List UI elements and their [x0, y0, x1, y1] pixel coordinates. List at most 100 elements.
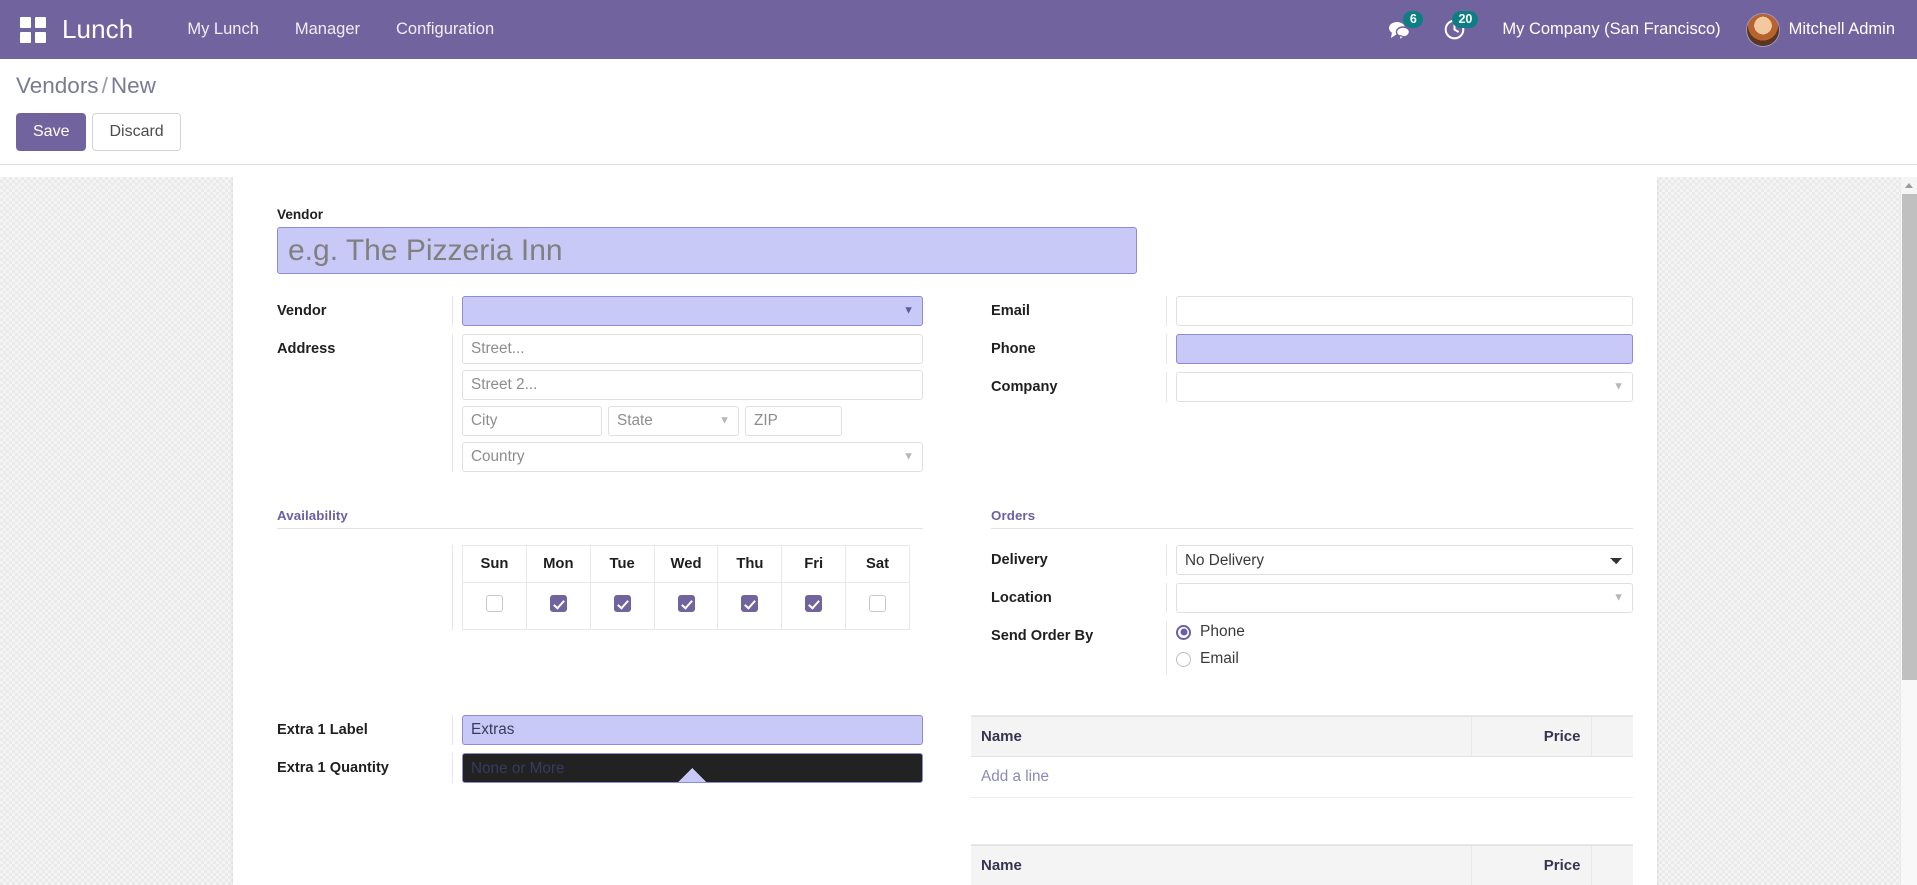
messaging-menu[interactable]: 6 — [1371, 0, 1427, 59]
extra1-label-control — [452, 715, 923, 745]
add-line-cell: Add a line — [971, 757, 1633, 798]
avatar — [1747, 14, 1779, 46]
extras-right-column: Name Price Add a line — [945, 715, 1633, 885]
checkbox-tue[interactable] — [614, 595, 631, 612]
menu-item-manager[interactable]: Manager — [277, 1, 378, 58]
weekday-header-sat: Sat — [846, 546, 910, 583]
radio-option-email[interactable]: Email — [1176, 648, 1633, 668]
street-input[interactable] — [462, 334, 923, 364]
weekday-cell-thu — [718, 583, 782, 630]
weekday-availability-table: Sun Mon Tue Wed Thu Fri Sat — [462, 545, 910, 630]
checkbox-wed[interactable] — [678, 595, 695, 612]
save-button[interactable]: Save — [16, 113, 86, 151]
extras-row: Extra 1 Label Extra 1 Quantity None or M… — [257, 715, 1633, 885]
column-header-price-2: Price — [1471, 846, 1591, 885]
radio-email[interactable] — [1176, 652, 1191, 667]
company-label: Company — [971, 372, 1166, 397]
vertical-scrollbar[interactable] — [1900, 177, 1917, 885]
field-vendor-partner: Vendor ▼ — [257, 296, 923, 326]
vendor-name-input[interactable] — [277, 227, 1137, 274]
company-switcher[interactable]: My Company (San Francisco) — [1482, 20, 1740, 39]
field-location: Location ▼ — [971, 583, 1633, 613]
field-extra1-label: Extra 1 Label — [257, 715, 923, 745]
weekday-header-fri: Fri — [782, 546, 846, 583]
add-line-row[interactable]: Add a line — [971, 757, 1633, 798]
phone-control — [1166, 334, 1633, 364]
address-control: ▼ ▼ — [452, 334, 923, 472]
section-headers-row: Availability Orders — [257, 508, 1633, 529]
weekday-header-wed: Wed — [654, 546, 718, 583]
user-name-label: Mitchell Admin — [1789, 20, 1895, 39]
email-control — [1166, 296, 1633, 326]
zip-wrapper — [745, 406, 842, 436]
menu-item-my-lunch[interactable]: My Lunch — [169, 1, 277, 58]
apps-grid-cell — [35, 32, 46, 43]
weekday-checkbox-row — [463, 583, 910, 630]
company-input[interactable] — [1176, 372, 1633, 402]
street2-input[interactable] — [462, 370, 923, 400]
left-column: Vendor ▼ Address — [257, 296, 945, 480]
checkbox-sat[interactable] — [869, 595, 886, 612]
messaging-counter-badge: 6 — [1403, 11, 1423, 28]
field-email: Email — [971, 296, 1633, 326]
add-a-line-link[interactable]: Add a line — [981, 768, 1049, 785]
apps-grid-cell — [20, 32, 31, 43]
right-column: Email Phone Company — [945, 296, 1633, 480]
availability-control: Sun Mon Tue Wed Thu Fri Sat — [452, 545, 923, 630]
orders-fields: Delivery No Delivery Location — [971, 545, 1633, 675]
apps-grid-icon[interactable] — [20, 17, 46, 43]
weekday-header-mon: Mon — [526, 546, 590, 583]
radio-phone-label: Phone — [1200, 623, 1245, 641]
form-action-buttons: Save Discard — [16, 113, 1901, 151]
weekday-header-sun: Sun — [463, 546, 527, 583]
radio-phone[interactable] — [1176, 625, 1191, 640]
scrollbar-thumb[interactable] — [1902, 194, 1917, 680]
column-header-name: Name — [971, 717, 1471, 757]
extra1-quantity-select[interactable]: None or More — [462, 753, 923, 783]
column-header-actions-2 — [1591, 846, 1633, 885]
sheet-wrapper: Vendor Vendor ▼ — [0, 177, 1917, 885]
delivery-select[interactable]: No Delivery — [1176, 545, 1633, 575]
radio-option-phone[interactable]: Phone — [1176, 621, 1633, 641]
radio-email-label: Email — [1200, 650, 1239, 668]
location-label: Location — [971, 583, 1166, 608]
user-menu[interactable]: Mitchell Admin — [1741, 14, 1895, 46]
title-block: Vendor — [257, 207, 1633, 274]
state-input[interactable] — [608, 406, 739, 436]
city-state-zip-row: ▼ — [462, 406, 923, 436]
lines-header-row: Name Price — [971, 717, 1633, 757]
country-input[interactable] — [462, 442, 923, 472]
extra1-label-label: Extra 1 Label — [257, 715, 452, 740]
company-m2o: ▼ — [1176, 372, 1633, 402]
delivery-label: Delivery — [971, 545, 1166, 570]
state-wrapper: ▼ — [608, 406, 739, 436]
weekday-header-tue: Tue — [590, 546, 654, 583]
checkbox-fri[interactable] — [805, 595, 822, 612]
checkbox-thu[interactable] — [741, 595, 758, 612]
lines-table-1: Name Price Add a line — [971, 716, 1633, 798]
checkbox-sun[interactable] — [486, 595, 503, 612]
extra1-label-input[interactable] — [462, 715, 923, 745]
vendor-partner-input[interactable] — [462, 296, 923, 326]
breadcrumb-item-vendors[interactable]: Vendors — [16, 73, 99, 98]
breadcrumb-item-new: New — [111, 73, 156, 98]
email-input[interactable] — [1176, 296, 1633, 326]
weekday-header-thu: Thu — [718, 546, 782, 583]
vendor-partner-label: Vendor — [257, 296, 452, 321]
zip-input[interactable] — [745, 406, 842, 436]
country-wrapper: ▼ — [462, 442, 923, 472]
app-brand-lunch[interactable]: Lunch — [62, 14, 133, 45]
location-input[interactable] — [1176, 583, 1633, 613]
checkbox-mon[interactable] — [550, 595, 567, 612]
scroll-up-arrow-icon[interactable] — [1901, 177, 1917, 194]
menu-item-configuration[interactable]: Configuration — [378, 1, 512, 58]
orders-title: Orders — [971, 508, 1633, 523]
apps-grid-cell — [20, 17, 31, 28]
main-menu: My Lunch Manager Configuration — [169, 1, 512, 58]
discard-button[interactable]: Discard — [92, 113, 180, 151]
city-input[interactable] — [462, 406, 602, 436]
availability-orders-row: Sun Mon Tue Wed Thu Fri Sat — [257, 529, 1633, 683]
activities-menu[interactable]: 20 — [1427, 0, 1482, 59]
phone-input[interactable] — [1176, 334, 1633, 364]
field-delivery: Delivery No Delivery — [971, 545, 1633, 575]
